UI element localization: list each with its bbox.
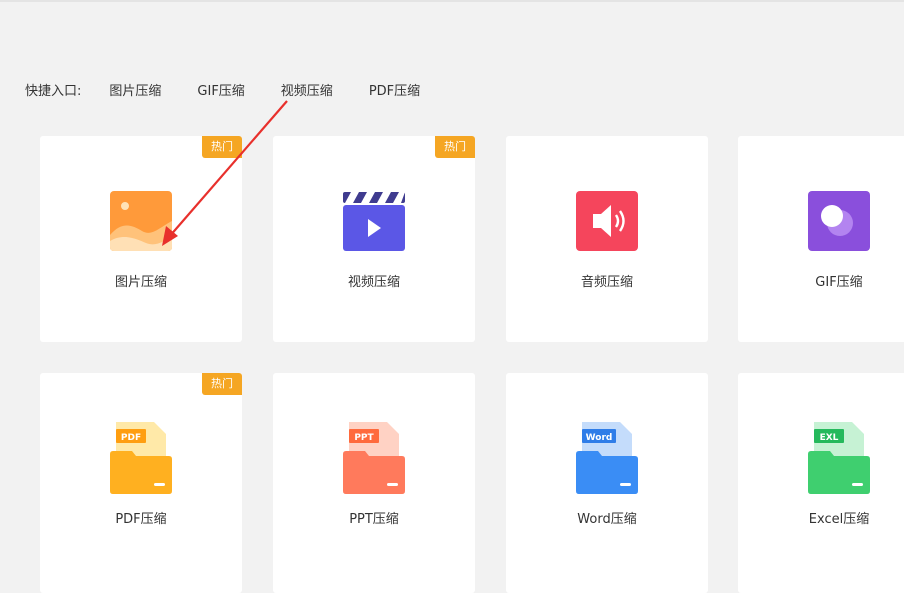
card-label: 图片压缩 — [114, 275, 167, 290]
card-label: 视频压缩 — [347, 275, 400, 290]
quick-link-video-compress[interactable]: 视频压缩 — [281, 80, 333, 99]
quick-link-gif-compress[interactable]: GIF压缩 — [197, 80, 244, 99]
card-gif-compress[interactable]: GIF压缩 — [738, 136, 904, 342]
card-label: Word压缩 — [577, 512, 637, 527]
card-video-compress[interactable]: 热门 视频压缩 — [273, 136, 475, 342]
card-audio-compress[interactable]: 音频压缩 — [506, 136, 708, 342]
svg-text:Word: Word — [586, 433, 613, 443]
hot-badge: 热门 — [202, 373, 242, 395]
quick-entry-bar: 快捷入口: 图片压缩 GIF压缩 视频压缩 PDF压缩 — [25, 79, 456, 99]
pdf-file-icon: PDF — [110, 422, 172, 494]
card-pdf-compress[interactable]: 热门 PDF PDF压缩 — [40, 373, 242, 593]
hot-badge: 热门 — [202, 136, 242, 158]
card-excel-compress[interactable]: EXL Excel压缩 — [738, 373, 904, 593]
svg-text:EXL: EXL — [820, 433, 839, 443]
card-ppt-compress[interactable]: PPT PPT压缩 — [273, 373, 475, 593]
svg-text:PDF: PDF — [121, 433, 141, 443]
quick-entry-label: 快捷入口: — [25, 83, 82, 99]
card-label: Excel压缩 — [808, 512, 870, 527]
card-label: GIF压缩 — [815, 275, 863, 290]
card-label: 音频压缩 — [580, 275, 633, 290]
image-icon — [110, 191, 172, 251]
card-image-compress[interactable]: 热门 图片压缩 — [40, 136, 242, 342]
card-word-compress[interactable]: Word Word压缩 — [506, 373, 708, 593]
top-divider — [0, 0, 904, 2]
hot-badge: 热门 — [435, 136, 475, 158]
video-clapper-icon — [343, 191, 405, 251]
audio-speaker-icon — [576, 191, 638, 251]
card-label: PDF压缩 — [115, 512, 167, 527]
svg-text:PPT: PPT — [354, 433, 374, 443]
ppt-file-icon: PPT — [343, 422, 405, 494]
quick-link-image-compress[interactable]: 图片压缩 — [109, 80, 161, 99]
excel-file-icon: EXL — [808, 422, 870, 494]
quick-link-pdf-compress[interactable]: PDF压缩 — [369, 80, 420, 99]
card-label: PPT压缩 — [349, 512, 399, 527]
gif-icon — [808, 191, 870, 251]
word-file-icon: Word — [576, 422, 638, 494]
